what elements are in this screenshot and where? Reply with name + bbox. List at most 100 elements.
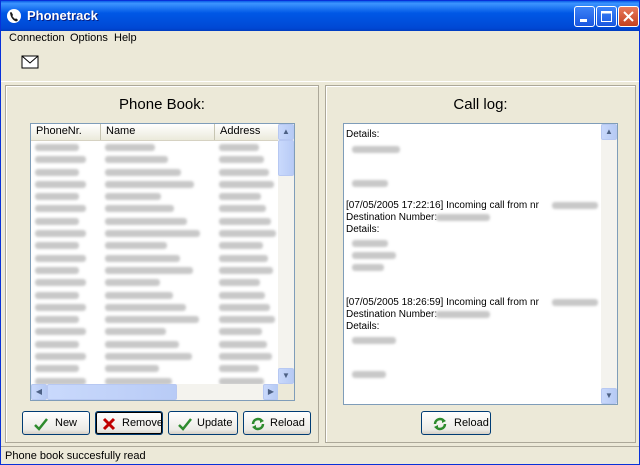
title-bar[interactable]: Phonetrack: [1, 1, 639, 31]
obscured-cell: [105, 266, 193, 274]
new-button-label: New: [55, 417, 78, 429]
obscured-cell: [219, 144, 259, 151]
table-row[interactable]: [31, 362, 279, 374]
obscured-cell: [105, 303, 186, 311]
obscured-cell: [105, 230, 200, 238]
obscured-cell: [35, 340, 79, 348]
obscured-number: [552, 202, 598, 209]
close-button[interactable]: [618, 6, 639, 27]
menu-bar: Connection Options Help: [1, 31, 639, 48]
table-row[interactable]: [31, 289, 279, 301]
obscured-cell: [35, 316, 79, 324]
obscured-cell: [219, 266, 273, 274]
obscured-text: [352, 252, 396, 259]
obscured-cell: [35, 144, 79, 151]
menu-options[interactable]: Options: [70, 32, 108, 44]
app-window: Phonetrack Connection Options Help Phone…: [0, 0, 640, 465]
obscured-text: [352, 146, 400, 153]
hscroll-thumb[interactable]: [47, 384, 177, 400]
table-row[interactable]: [31, 190, 279, 202]
obscured-cell: [219, 303, 270, 311]
obscured-text: [352, 240, 388, 247]
obscured-cell: [105, 144, 155, 151]
scroll-right-button[interactable]: ▶: [263, 384, 279, 400]
obscured-text: [352, 264, 384, 271]
calllog-line: Details:: [346, 129, 380, 140]
obscured-cell: [35, 254, 86, 262]
table-row[interactable]: [31, 276, 279, 288]
envelope-icon[interactable]: [21, 55, 39, 69]
column-phonenr[interactable]: PhoneNr.: [31, 124, 101, 140]
obscured-number: [436, 311, 490, 318]
obscured-cell: [105, 254, 180, 262]
checkmark-icon: [178, 418, 192, 431]
obscured-cell: [219, 340, 267, 348]
phonebook-title: Phone Book:: [119, 96, 205, 113]
obscured-cell: [219, 168, 269, 176]
table-row[interactable]: [31, 313, 279, 325]
status-text: Phone book succesfully read: [5, 450, 146, 462]
reload-phonebook-label: Reload: [270, 417, 305, 429]
table-row[interactable]: [31, 264, 279, 276]
obscured-cell: [35, 365, 79, 373]
calllog-text-area[interactable]: Details: [07/05/2005 17:22:16] Incoming c…: [343, 123, 618, 405]
scroll-left-button[interactable]: ◀: [31, 384, 47, 400]
obscured-text: [352, 371, 386, 378]
calllog-scroll-up-button[interactable]: ▲: [601, 124, 617, 140]
remove-x-icon: [102, 417, 116, 431]
calllog-scroll-down-button[interactable]: ▼: [601, 388, 617, 404]
obscured-cell: [219, 254, 268, 262]
table-row[interactable]: [31, 301, 279, 313]
table-row[interactable]: [31, 252, 279, 264]
scroll-up-button[interactable]: ▲: [278, 124, 294, 140]
window-title: Phonetrack: [27, 8, 98, 23]
obscured-cell: [35, 156, 86, 164]
obscured-cell: [105, 353, 192, 361]
table-row[interactable]: [31, 239, 279, 251]
menu-connection[interactable]: Connection: [9, 32, 65, 44]
obscured-cell: [105, 279, 160, 287]
update-button[interactable]: Update: [168, 411, 238, 435]
table-row[interactable]: [31, 178, 279, 190]
obscured-cell: [105, 180, 194, 188]
maximize-button[interactable]: [596, 6, 617, 27]
obscured-cell: [35, 303, 86, 311]
remove-button[interactable]: Remove: [95, 411, 163, 435]
calllog-vertical-scrollbar[interactable]: ▲ ▼: [601, 124, 617, 404]
phonebook-vertical-scrollbar[interactable]: ▲ ▼: [278, 124, 294, 400]
reload-icon: [433, 417, 447, 431]
calllog-line: Destination Number:: [346, 212, 438, 223]
table-row[interactable]: [31, 338, 279, 350]
table-row[interactable]: [31, 141, 279, 153]
obscured-cell: [35, 193, 79, 201]
table-row[interactable]: [31, 325, 279, 337]
reload-calllog-button[interactable]: Reload: [421, 411, 491, 435]
table-row[interactable]: [31, 153, 279, 165]
obscured-cell: [35, 205, 86, 213]
table-row[interactable]: [31, 202, 279, 214]
checkmark-icon: [34, 418, 48, 431]
table-row[interactable]: [31, 166, 279, 178]
calllog-line: Details:: [346, 224, 380, 235]
scroll-down-button[interactable]: ▼: [278, 368, 294, 384]
minimize-button[interactable]: [574, 6, 595, 27]
column-address[interactable]: Address: [215, 124, 279, 140]
new-button[interactable]: New: [22, 411, 90, 435]
calllog-line: Details:: [346, 321, 380, 332]
obscured-cell: [219, 328, 262, 336]
table-row[interactable]: [31, 227, 279, 239]
scroll-thumb[interactable]: [278, 140, 294, 176]
obscured-cell: [35, 328, 86, 336]
menu-help[interactable]: Help: [114, 32, 137, 44]
obscured-text: [352, 337, 396, 344]
obscured-cell: [105, 291, 173, 299]
phonebook-list[interactable]: PhoneNr. Name Address ▲ ▼ ◀ ▶: [30, 123, 295, 401]
reload-phonebook-button[interactable]: Reload: [243, 411, 311, 435]
column-name[interactable]: Name: [101, 124, 215, 140]
table-row[interactable]: [31, 215, 279, 227]
table-row[interactable]: [31, 350, 279, 362]
obscured-cell: [105, 205, 174, 213]
phonebook-header: PhoneNr. Name Address: [31, 124, 279, 141]
phonebook-horizontal-scrollbar[interactable]: ◀ ▶: [31, 384, 279, 400]
toolbar: [1, 49, 639, 82]
